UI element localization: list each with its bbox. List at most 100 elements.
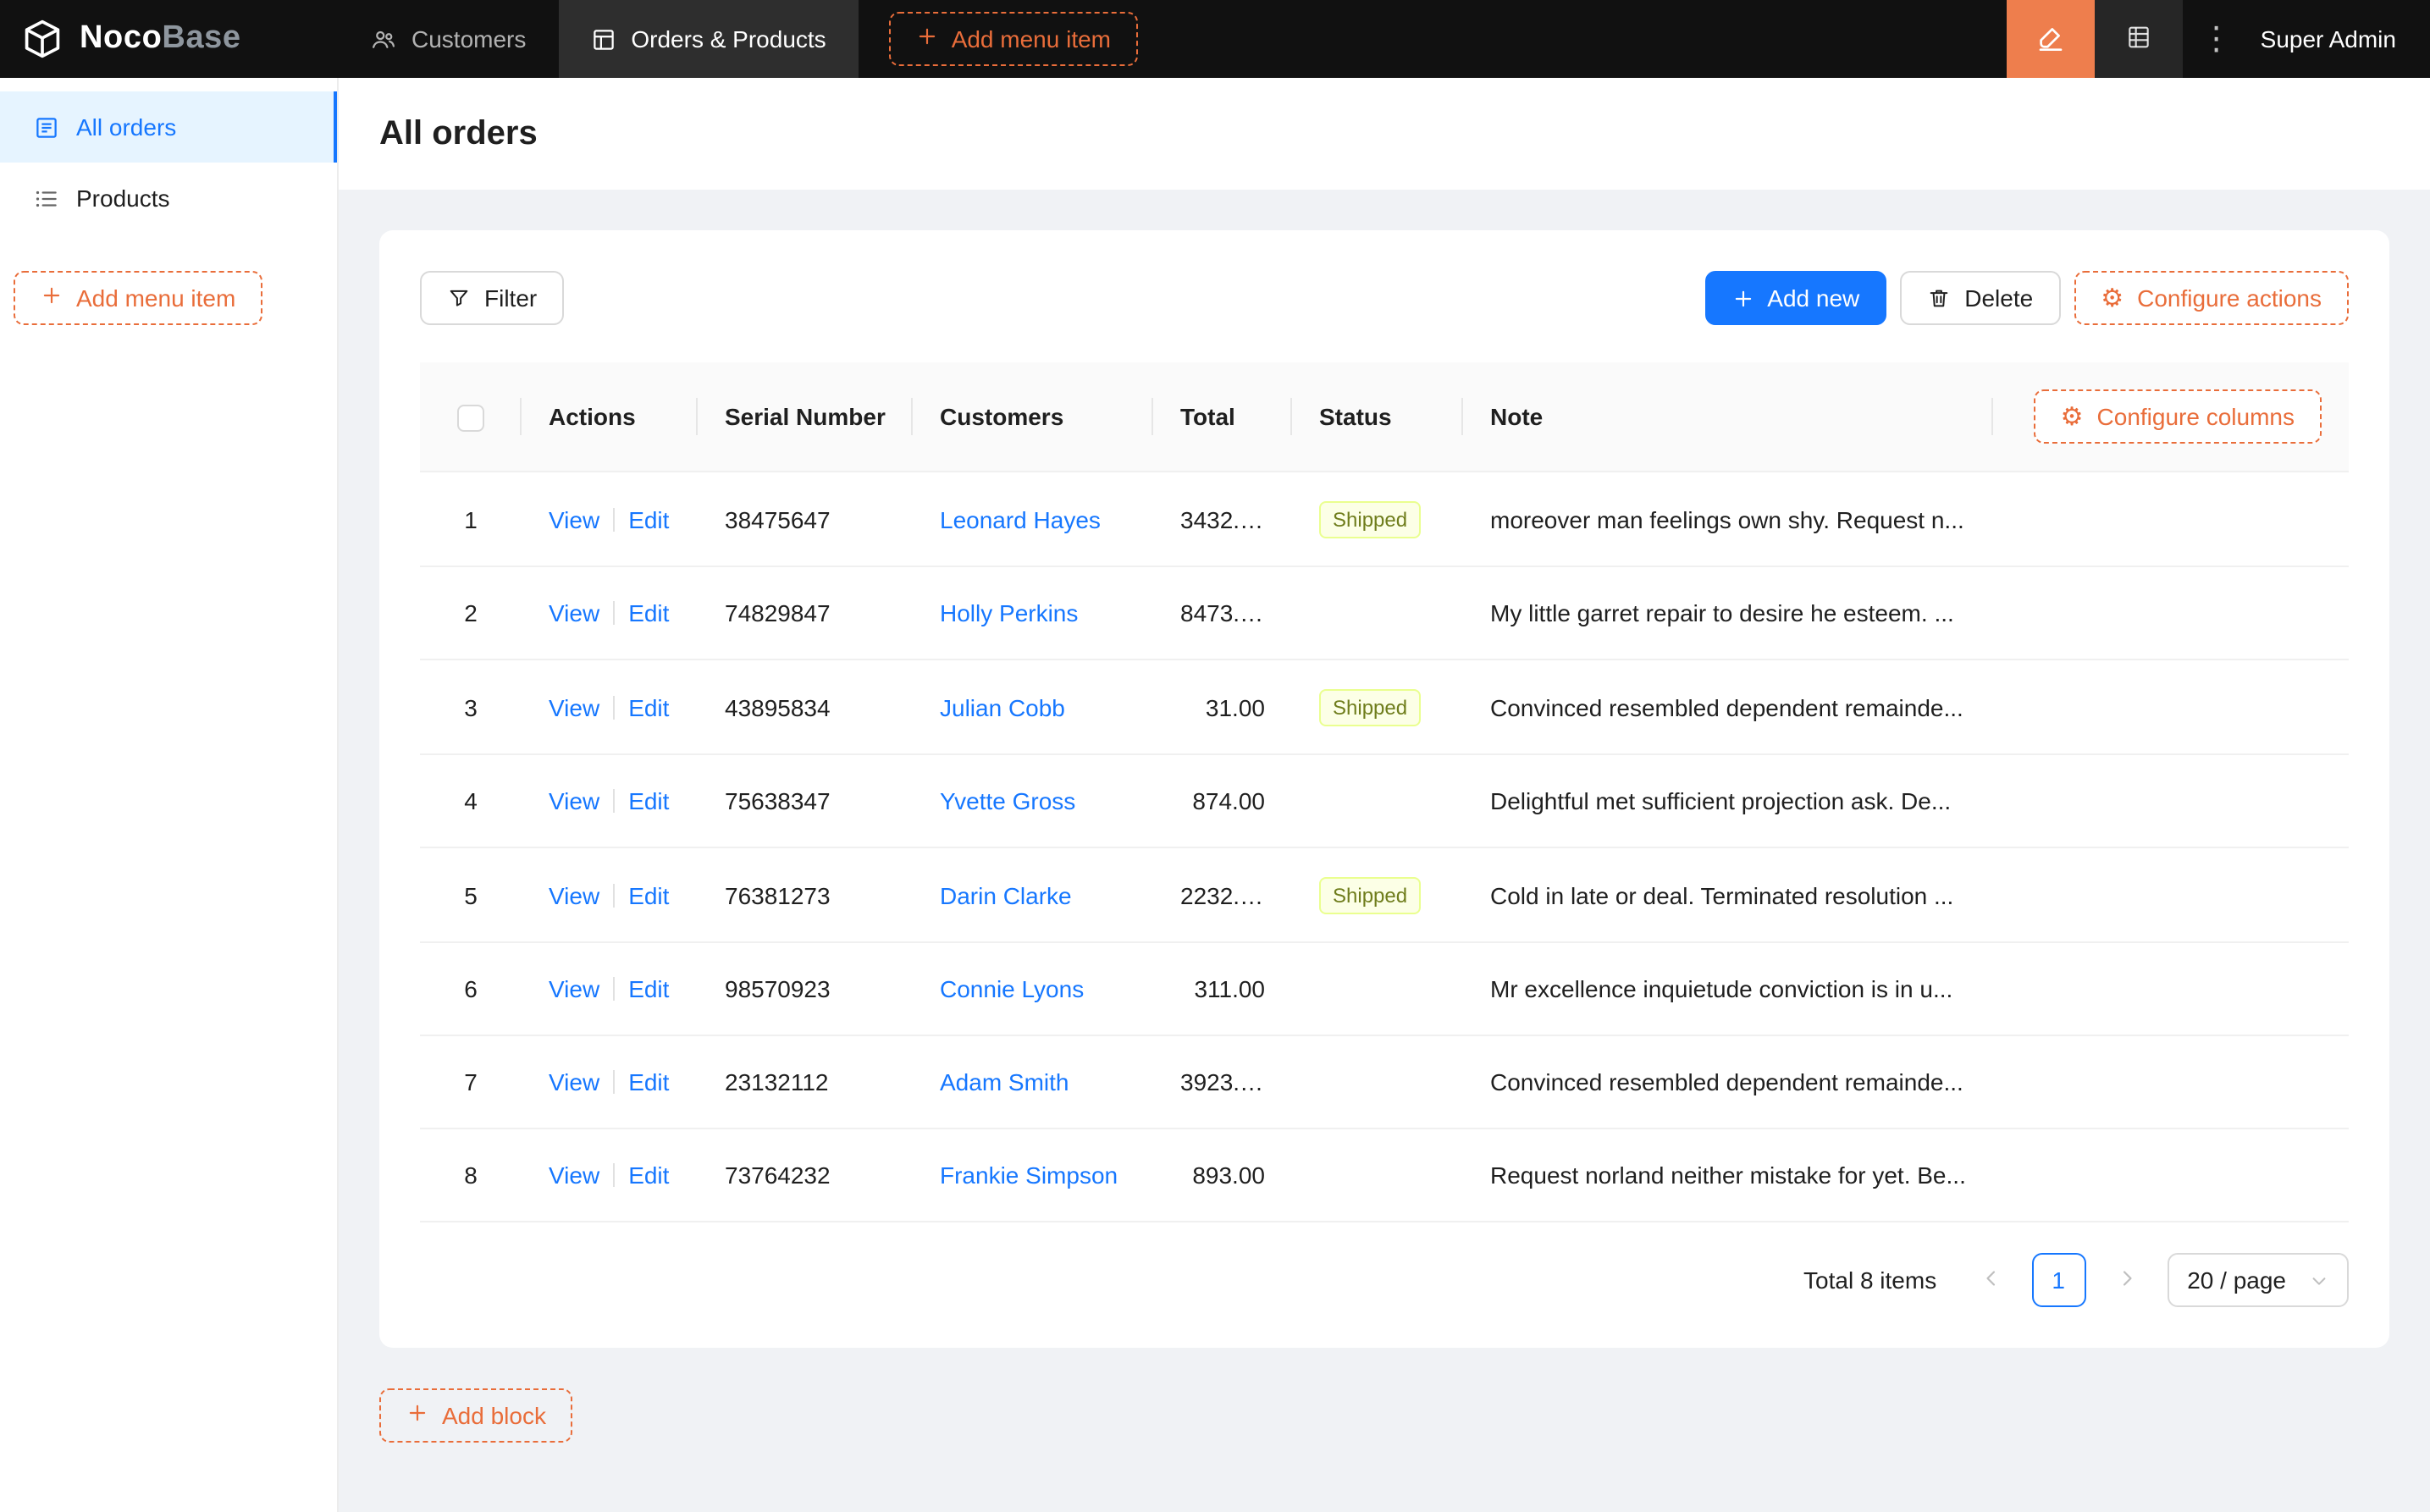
sidebar-item-label: All orders — [76, 113, 177, 141]
edit-link[interactable]: Edit — [628, 505, 669, 533]
plus-icon — [916, 25, 938, 52]
customer-link[interactable]: Leonard Hayes — [940, 505, 1101, 533]
page-size-select[interactable]: 20 / page — [2167, 1253, 2349, 1307]
empty-cell — [1993, 754, 2349, 848]
status-cell — [1292, 942, 1463, 1036]
customer-link[interactable]: Connie Lyons — [940, 975, 1084, 1002]
column-header-total: Total — [1153, 362, 1292, 472]
page-header: All orders — [339, 78, 2430, 190]
total-cell: 311.00 — [1153, 942, 1292, 1036]
edit-link[interactable]: Edit — [628, 1162, 669, 1189]
actions-cell: View Edit — [522, 659, 698, 755]
ui-editor-button[interactable] — [2006, 0, 2095, 78]
edit-link[interactable]: Edit — [628, 881, 669, 908]
view-link[interactable]: View — [549, 693, 599, 720]
note-cell: Convinced resembled dependent remainde..… — [1463, 659, 1993, 755]
customer-cell: Darin Clarke — [913, 847, 1153, 943]
delete-label: Delete — [1964, 284, 2034, 312]
status-cell — [1292, 754, 1463, 848]
table-icon — [590, 26, 616, 52]
row-index: 1 — [420, 472, 522, 567]
status-badge: Shipped — [1319, 501, 1422, 538]
select-all-header — [420, 362, 522, 472]
note-cell: Cold in late or deal. Terminated resolut… — [1463, 847, 1993, 943]
brand-name-light: Base — [162, 20, 241, 56]
edit-link[interactable]: Edit — [628, 975, 669, 1002]
total-cell: 3432.00 — [1153, 472, 1292, 567]
status-cell: Shipped — [1292, 847, 1463, 943]
view-link[interactable]: View — [549, 599, 599, 626]
sidebar-item-products[interactable]: Products — [0, 163, 337, 234]
edit-link[interactable]: Edit — [628, 787, 669, 814]
nocobase-logo[interactable]: NocoBase — [0, 0, 339, 78]
serial-number-cell: 74829847 — [698, 566, 913, 660]
view-link[interactable]: View — [549, 1162, 599, 1189]
serial-number-cell: 43895834 — [698, 659, 913, 755]
customer-link[interactable]: Julian Cobb — [940, 693, 1065, 720]
form-icon — [34, 114, 59, 140]
trash-icon — [1927, 286, 1951, 310]
action-divider — [613, 507, 616, 531]
pagination: Total 8 items 1 20 / page — [420, 1253, 2349, 1307]
filter-label: Filter — [484, 284, 538, 312]
page-size-value: 20 / page — [2187, 1266, 2286, 1294]
add-new-button[interactable]: Add new — [1704, 271, 1887, 325]
filter-icon — [447, 286, 471, 310]
top-navigation: NocoBase Customers Orders & Products Add… — [0, 0, 2430, 78]
actions-cell: View Edit — [522, 847, 698, 943]
edit-link[interactable]: Edit — [628, 1068, 669, 1095]
edit-link[interactable]: Edit — [628, 693, 669, 720]
customer-link[interactable]: Yvette Gross — [940, 787, 1075, 814]
page-number-button[interactable]: 1 — [2031, 1253, 2086, 1307]
previous-page-button[interactable] — [1963, 1253, 2018, 1307]
select-all-checkbox[interactable] — [457, 405, 484, 433]
actions-cell: View Edit — [522, 1128, 698, 1222]
view-link[interactable]: View — [549, 1068, 599, 1095]
serial-number-cell: 76381273 — [698, 847, 913, 943]
total-cell: 874.00 — [1153, 754, 1292, 848]
chevron-right-icon — [2116, 1266, 2136, 1294]
empty-cell — [1993, 942, 2349, 1036]
delete-button[interactable]: Delete — [1900, 271, 2061, 325]
serial-number-cell: 73764232 — [698, 1128, 913, 1222]
current-user-menu[interactable]: Super Admin — [2251, 25, 2430, 52]
sidebar-add-menu-item-button[interactable]: Add menu item — [14, 271, 263, 325]
customer-link[interactable]: Frankie Simpson — [940, 1162, 1118, 1189]
customer-link[interactable]: Holly Perkins — [940, 599, 1078, 626]
docs-button[interactable] — [2094, 0, 2183, 78]
note-cell: moreover man feelings own shy. Request n… — [1463, 472, 1993, 567]
view-link[interactable]: View — [549, 505, 599, 533]
action-divider — [613, 977, 616, 1001]
add-menu-item-button[interactable]: Add menu item — [888, 12, 1139, 66]
edit-link[interactable]: Edit — [628, 599, 669, 626]
configure-columns-button[interactable]: ⚙ Configure columns — [2033, 389, 2322, 444]
row-index: 4 — [420, 754, 522, 848]
app-viewport: NocoBase Customers Orders & Products Add… — [0, 0, 2430, 1512]
configure-actions-label: Configure actions — [2137, 284, 2322, 312]
configure-columns-label: Configure columns — [2096, 403, 2295, 430]
customer-link[interactable]: Darin Clarke — [940, 881, 1072, 908]
more-actions-button[interactable]: ⋮ — [2183, 0, 2251, 78]
status-cell — [1292, 1128, 1463, 1222]
menu-item-customers[interactable]: Customers — [339, 0, 558, 78]
next-page-button[interactable] — [2099, 1253, 2153, 1307]
add-block-button[interactable]: Add block — [379, 1388, 573, 1443]
actions-cell: View Edit — [522, 754, 698, 848]
table-header-row: Actions Serial Number Customers Total St… — [420, 362, 2349, 472]
main-area: All orders Filter Add new Delete ⚙ Confi… — [339, 78, 2430, 1512]
filter-button[interactable]: Filter — [420, 271, 565, 325]
pagination-total: Total 8 items — [1803, 1266, 1937, 1294]
configure-actions-button[interactable]: ⚙ Configure actions — [2074, 271, 2349, 325]
total-cell: 8473.00 — [1153, 566, 1292, 660]
sidebar-item-all-orders[interactable]: All orders — [0, 91, 337, 163]
menu-item-orders-products[interactable]: Orders & Products — [558, 0, 859, 78]
view-link[interactable]: View — [549, 975, 599, 1002]
customer-link[interactable]: Adam Smith — [940, 1068, 1069, 1095]
serial-number-cell: 38475647 — [698, 472, 913, 567]
note-cell: Delightful met sufficient projection ask… — [1463, 754, 1993, 848]
view-link[interactable]: View — [549, 787, 599, 814]
view-link[interactable]: View — [549, 881, 599, 908]
empty-cell — [1993, 472, 2349, 567]
menu-item-label: Customers — [411, 25, 527, 52]
page-title: All orders — [379, 114, 538, 152]
